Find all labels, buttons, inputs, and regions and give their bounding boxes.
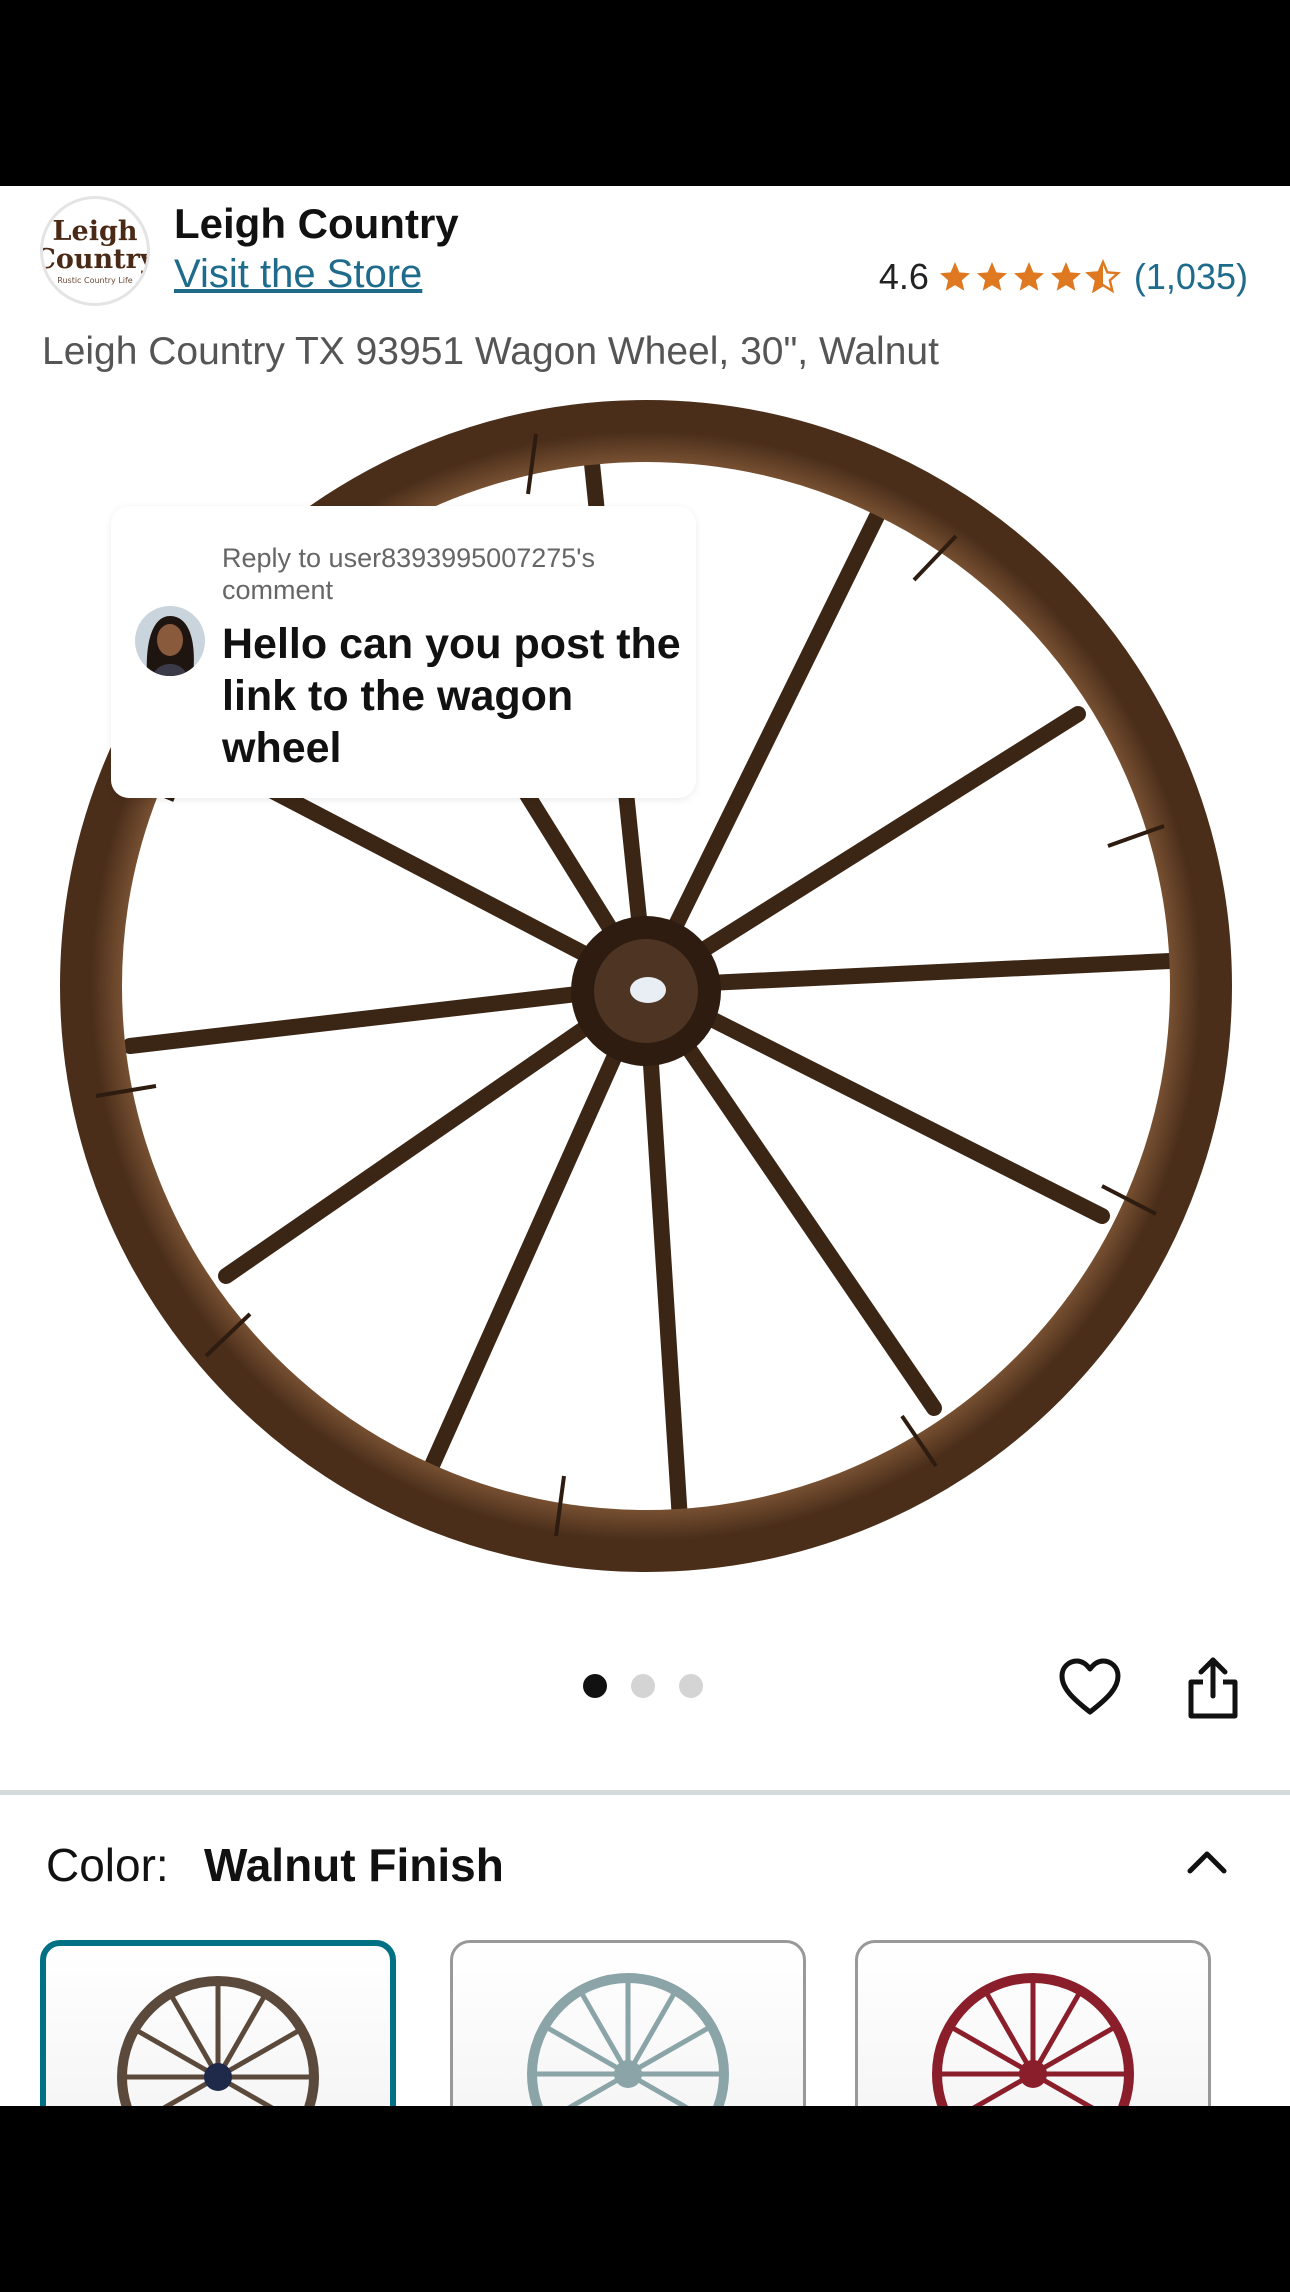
wheel-thumbnail: [527, 1973, 729, 2106]
heart-icon[interactable]: [1058, 1656, 1122, 1718]
half-star-icon: [1084, 259, 1121, 294]
color-swatch-gray[interactable]: [450, 1940, 806, 2106]
chevron-up-icon[interactable]: [1182, 1841, 1232, 1881]
screen: Leigh Country Rustic Country Life Leigh …: [0, 0, 1290, 2292]
visit-store-link[interactable]: Visit the Store: [174, 252, 422, 297]
carousel-dot-1[interactable]: [583, 1674, 607, 1698]
section-divider: [0, 1790, 1290, 1795]
color-label: Color:: [46, 1839, 169, 1891]
star-icon: [1050, 262, 1081, 291]
logo-line-3: Rustic Country Life: [57, 275, 133, 285]
brand-logo[interactable]: Leigh Country Rustic Country Life: [40, 196, 150, 306]
comment-text: Hello can you post the link to the wagon…: [222, 620, 681, 772]
commenter-avatar[interactable]: [135, 606, 205, 676]
avatar-image: [135, 606, 205, 676]
star-icon: [939, 262, 970, 291]
reply-label: Reply to user8393995007275's comment: [222, 543, 595, 605]
star-icon: [976, 262, 1007, 291]
product-page: Leigh Country Rustic Country Life Leigh …: [0, 186, 1290, 2106]
wheel-thumbnail: [932, 1973, 1134, 2106]
brand-name: Leigh Country: [174, 200, 459, 247]
product-title: Leigh Country TX 93951 Wagon Wheel, 30",…: [42, 330, 939, 373]
star-icon: [1013, 262, 1044, 291]
carousel-dot-3[interactable]: [679, 1674, 703, 1698]
rating-count-link[interactable]: (1,035): [1134, 256, 1248, 298]
hub-hole: [630, 977, 666, 1003]
rating-value: 4.6: [878, 256, 929, 297]
carousel-dot-2[interactable]: [631, 1674, 655, 1698]
star-rating: [937, 259, 1122, 295]
logo-line-2: Country: [40, 243, 150, 275]
share-icon[interactable]: [1185, 1656, 1241, 1720]
wheel-thumbnail: [117, 1976, 319, 2106]
rating[interactable]: 4.6 (1,035): [879, 256, 1248, 298]
color-swatch-walnut[interactable]: [40, 1940, 396, 2106]
selected-color: Walnut Finish: [204, 1839, 504, 1891]
logo-line-1: Leigh: [52, 215, 138, 247]
comment-overlay: Reply to user8393995007275's comment Hel…: [111, 506, 696, 798]
carousel-dots: [583, 1674, 727, 1698]
color-swatch-red[interactable]: [855, 1940, 1211, 2106]
